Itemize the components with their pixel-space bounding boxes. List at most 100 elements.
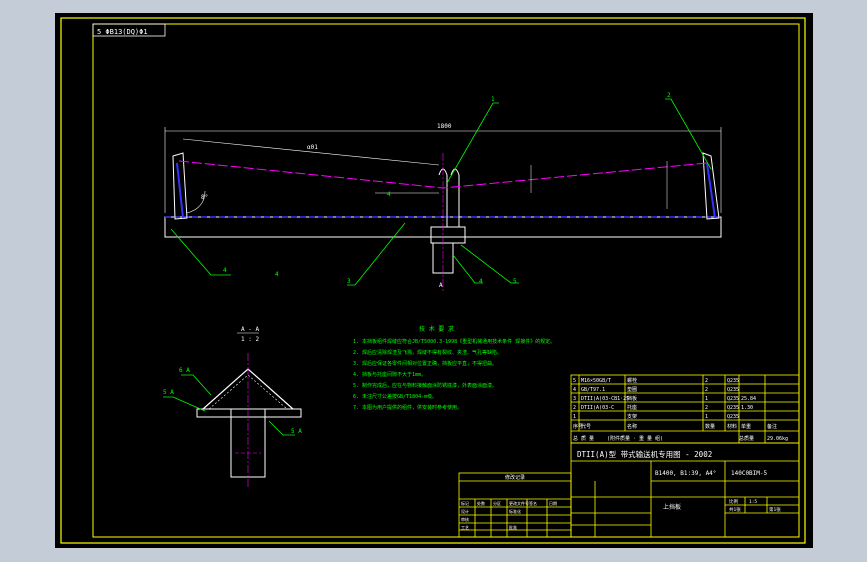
section-weld-3: 5 A [291, 428, 302, 435]
center-support [438, 168, 460, 227]
parts-cell: 1.30 [741, 405, 753, 411]
parts-cell: GB/T97.1 [581, 387, 605, 393]
parts-cell: M16×50GB/T [581, 378, 611, 384]
parts-cell: 挡板 [627, 395, 637, 402]
tech-req-item-6: 6. 未注尺寸公差按GB/T1804-m级。 [353, 393, 437, 400]
parts-header-cell: 材料 [727, 423, 737, 430]
tech-req-item-7: 7. 本图为用户提供的组件，供安装时参考使用。 [353, 404, 462, 411]
callout-1: 1 [491, 96, 495, 103]
revision-cell: 签名 [529, 500, 537, 506]
inner-border [92, 23, 800, 538]
revision-cell: 处数 [477, 500, 485, 506]
parts-cell: 1 [573, 414, 576, 420]
tech-req-item-2: 2. 焊后应清除焊渣及飞溅，焊缝不得有裂纹、夹渣、气孔等缺陷。 [353, 349, 502, 356]
leader-3 [347, 222, 406, 286]
revision-cell: 更改文件号 [509, 500, 529, 506]
angle-label: 8° [201, 194, 208, 201]
technical-requirements: 技 术 要 求 1. 本挡板组件焊缝应符合JB/T5000.3-1998《重型机… [353, 325, 555, 411]
revision-cell: 工艺 [461, 525, 469, 530]
parts-cell: 托座 [627, 404, 637, 411]
right-end-hidden [706, 162, 716, 219]
parts-footer-cell: 总质量 [739, 435, 754, 442]
leader-1 [446, 102, 499, 184]
parts-cell: 3 [573, 396, 576, 402]
parts-cell: Q235 [727, 414, 739, 420]
section-title: A - A [241, 326, 259, 333]
revision-cell: 批准 [509, 524, 517, 530]
series-title: DTII(A)型 带式输送机专用图 - 2002 [577, 449, 712, 459]
parts-cell: Q235 [727, 405, 739, 411]
section-base [196, 408, 302, 418]
parts-cell: DTII(A)03-CB1·25 [581, 396, 629, 402]
spec-label: B1400, B1:39, A4° [655, 470, 716, 477]
parts-cell: 垫圈 [627, 386, 637, 393]
parts-cell: Q235 [727, 396, 739, 402]
support-base [430, 226, 466, 244]
callout-2: 2 [667, 92, 671, 99]
parts-cell: 螺栓 [627, 377, 637, 384]
section-scale: 1 : 2 [241, 336, 259, 343]
parts-cell: 25.84 [741, 396, 756, 402]
parts-header-cell: 备注 [767, 423, 777, 430]
weld-symbol-3: 4 [275, 271, 279, 278]
leader-2 [665, 98, 712, 170]
parts-cell: Q235 [727, 378, 739, 384]
parts-footer-cell: 总 质 量 [573, 435, 594, 442]
slope-dim-line [182, 138, 440, 166]
revision-cell: 设计 [461, 508, 469, 514]
slope-dimension: α01 [307, 144, 318, 151]
overall-dimension: 1800 [437, 123, 452, 130]
tech-req-item-5: 5. 制作完成后，应在与物料接触面涂防锈底漆，外表面涂面漆。 [353, 382, 497, 389]
sheet-number: 第1张 [769, 506, 781, 513]
callout-5: 5 [513, 278, 517, 285]
parts-cell: 1 [705, 396, 708, 402]
parts-cell: 1 [705, 414, 708, 420]
outer-border [60, 17, 806, 544]
sheet-total: 共1张 [729, 506, 741, 513]
revision-cell: 标记 [461, 500, 469, 506]
revision-cell: 审核 [461, 516, 469, 522]
parts-cell: Q235 [727, 387, 739, 393]
weld-symbol-1: 4 [223, 267, 227, 274]
section-view: A - A 1 : 2 6 A 5 A 5 A [163, 326, 302, 487]
parts-footer-cell: 29.06kg [767, 436, 788, 442]
tech-req-item-3: 3. 焊后应保证各零件间相对位置正确，挡板应平直，不得扭曲。 [353, 360, 497, 367]
parts-cell: 2 [573, 405, 576, 411]
parts-cell: 2 [705, 378, 708, 384]
part-name: 上挡板 [663, 503, 681, 511]
drawing-number: 140C0BIM-5 [731, 470, 768, 477]
weld-symbol-2: 4 [387, 191, 391, 198]
parts-cell: 2 [705, 405, 708, 411]
weld-leader-a [170, 228, 231, 276]
leader-5 [460, 244, 519, 284]
cad-viewport[interactable]: 5 ΦB13(DQ)Φ1 1800 α01 8° 1 2 3 4 5 4 4 4… [55, 13, 813, 548]
tech-req-item-1: 1. 本挡板组件焊缝应符合JB/T5000.3-1998《重型机械通用技术条件 … [353, 338, 555, 345]
main-view: 1800 α01 8° [164, 123, 722, 291]
revision-cell: 分区 [493, 500, 501, 506]
callout-4: 4 [479, 278, 483, 285]
drawing-sheet: 5 ΦB13(DQ)Φ1 1800 α01 8° 1 2 3 4 5 4 4 4… [60, 17, 806, 544]
parts-header-cell: 代号 [581, 423, 591, 430]
callout-3: 3 [347, 278, 351, 285]
center-mark: A [439, 282, 443, 289]
section-weld-1: 6 A [179, 367, 190, 374]
left-end-hidden [176, 162, 184, 219]
parts-cell: 支架 [627, 413, 637, 420]
parts-list-text: 5 M16×50GB/T 螺栓 2 Q235 4 GB/T97.1 垫圈 2 Q235 3 DTII(… [573, 377, 788, 442]
section-weld-2: 5 A [163, 389, 174, 396]
parts-header-cell: 单重 [741, 423, 751, 430]
section-weld-leader-1 [181, 374, 212, 396]
parts-header-cell: 数量 [705, 423, 715, 430]
parts-cell: 2 [705, 387, 708, 393]
sheet-scale-value: 1:5 [749, 499, 757, 505]
revision-cell: 日期 [549, 500, 557, 506]
parts-header-cell: 名称 [627, 423, 637, 430]
tech-req-heading: 技 术 要 求 [419, 325, 454, 333]
revision-heading: 修改记录 [505, 474, 525, 481]
parts-cell: DTII(A)03-C [581, 405, 614, 411]
tech-req-item-4: 4. 挡板与托座间隙不大于1mm。 [353, 371, 426, 378]
parts-cell: 5 [573, 378, 576, 384]
parts-cell: 4 [573, 387, 576, 393]
revision-cell: 标准化 [509, 508, 521, 514]
parts-footer-cell: (附件质量 · 重 量 组) [607, 435, 663, 442]
